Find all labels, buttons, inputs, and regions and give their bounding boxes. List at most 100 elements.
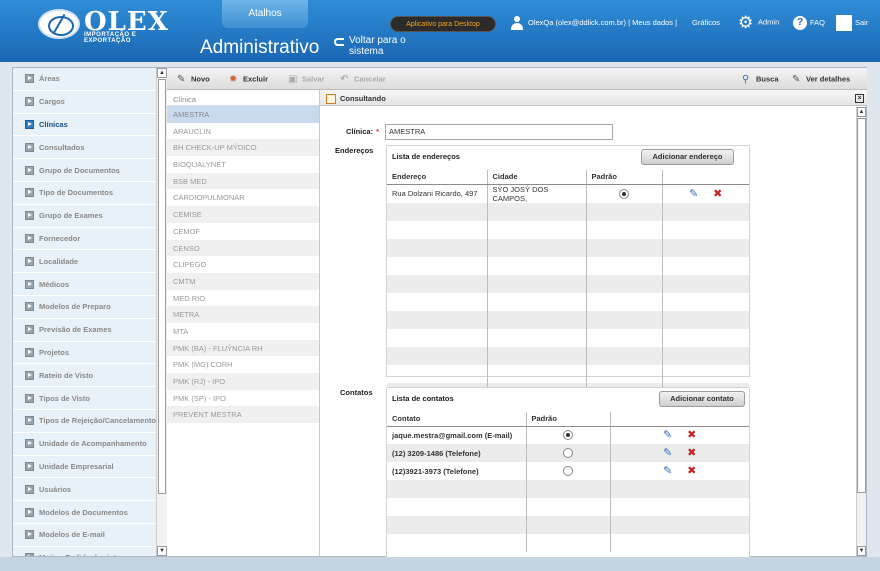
list-item[interactable]: CEMISE xyxy=(167,206,319,223)
sidebar-item-label: Modelos de Documentos xyxy=(39,507,128,517)
edit-icon[interactable]: ✎ xyxy=(662,465,674,477)
list-item[interactable]: BH CHECK-UP MÝDICO xyxy=(167,139,319,157)
delete-icon[interactable]: ✖ xyxy=(686,465,698,477)
sidebar-item[interactable]: Unidade Empresarial xyxy=(13,456,167,479)
play-icon xyxy=(25,370,34,380)
shortcuts-tab[interactable]: Atalhos xyxy=(222,0,308,28)
table-row xyxy=(387,346,749,365)
list-item[interactable]: MED RIO xyxy=(167,290,319,307)
edit-icon[interactable]: ✎ xyxy=(662,447,674,459)
list-items: AMESTRA ARAUCLIN BH CHECK-UP MÝDICO BIOQUAL… xyxy=(167,106,319,424)
sidebar-item[interactable]: Grupo de Documentos xyxy=(13,159,167,182)
scroll-up-icon[interactable]: ▲ xyxy=(157,68,167,78)
sidebar-scrollbar[interactable]: ▲ ▼ xyxy=(156,68,167,556)
list-item[interactable]: PMK (RJ) - IPO xyxy=(167,373,319,390)
sidebar-item[interactable]: Grupo de Exames xyxy=(13,205,167,228)
table-row: (12) 3209-1486 (Telefone) ✎ ✖ xyxy=(387,444,749,462)
default-radio[interactable] xyxy=(563,430,573,441)
sidebar-item[interactable]: Usuários xyxy=(13,478,167,502)
user-info-link[interactable]: OlexQa (olex@ddlick.com.br) | Meus dados… xyxy=(528,18,677,27)
delete-icon[interactable]: ✖ xyxy=(686,447,698,459)
default-radio[interactable] xyxy=(619,188,629,199)
list-item[interactable]: BIOQUALYNET xyxy=(167,156,319,173)
new-button[interactable]: ✎ Novo xyxy=(177,74,210,85)
edit-icon[interactable]: ✎ xyxy=(688,188,700,200)
list-item[interactable]: ARAUCLIN xyxy=(167,123,319,140)
sidebar-item[interactable]: Consultados xyxy=(13,136,167,160)
table-row xyxy=(387,292,749,311)
clinic-field[interactable]: AMESTRA xyxy=(385,124,613,140)
sidebar-item[interactable]: Áreas xyxy=(13,68,167,91)
back-to-system-link[interactable]: Voltar para o sistema xyxy=(334,35,414,57)
list-item[interactable]: BSB MED xyxy=(167,172,319,190)
details-label: Ver detalhes xyxy=(806,74,851,84)
undo-icon: ↶ xyxy=(340,74,349,85)
search-button[interactable]: ⚲ Busca xyxy=(742,74,779,85)
scroll-down-icon[interactable]: ▼ xyxy=(157,546,167,556)
scroll-thumb[interactable] xyxy=(158,79,166,494)
play-icon xyxy=(25,325,34,335)
sidebar-item[interactable]: Motivo Pedido de visto xyxy=(13,547,167,556)
list-item[interactable]: METRA xyxy=(167,306,319,323)
sidebar-item[interactable]: Cargos xyxy=(13,91,167,114)
list-item[interactable]: PREVENT MESTRA xyxy=(167,406,319,424)
list-item[interactable]: PMK (MG) CORH xyxy=(167,356,319,373)
edit-icon[interactable]: ✎ xyxy=(662,429,674,441)
sidebar-item[interactable]: Modelos de E-mail xyxy=(13,524,167,547)
sidebar-item[interactable]: Localidade xyxy=(13,250,167,274)
default-radio[interactable] xyxy=(563,448,573,458)
play-icon xyxy=(25,165,34,175)
faq-link[interactable]: ? FAQ xyxy=(793,16,825,30)
close-icon[interactable]: × xyxy=(855,94,864,103)
sidebar-item[interactable]: Tipos de Visto xyxy=(13,387,167,410)
delete-icon[interactable]: ✖ xyxy=(712,188,724,200)
play-icon xyxy=(25,233,34,243)
delete-button[interactable]: ✸ Excluir xyxy=(229,74,268,85)
list-item[interactable]: MTA xyxy=(167,323,319,340)
sidebar-item[interactable]: Médicos xyxy=(13,273,167,296)
olex-logo[interactable]: OLEX IMPORTAÇÃO E EXPORTAÇÃO xyxy=(38,7,178,44)
sidebar-item[interactable]: Projetos xyxy=(13,342,167,365)
cancel-button[interactable]: ↶ Cancelar xyxy=(340,74,386,85)
sidebar-item[interactable]: Rateio de Visto xyxy=(13,364,167,388)
exit-link[interactable]: Sair xyxy=(836,13,868,31)
sidebar-item[interactable]: Clínicas xyxy=(13,114,167,137)
list-item[interactable]: CEMOF xyxy=(167,223,319,240)
list-item[interactable]: AMESTRA xyxy=(167,106,319,123)
sidebar-item[interactable]: Fornecedor xyxy=(13,228,167,251)
list-item[interactable]: PMK (SP) - IPO xyxy=(167,390,319,407)
details-button[interactable]: ✎ Ver detalhes xyxy=(792,74,850,85)
list-item[interactable]: PMK (BA) - FLUÝNCIA RH xyxy=(167,339,319,357)
sidebar-item[interactable]: Modelos de Documentos xyxy=(13,501,167,524)
sidebar-item-label: Motivo Pedido de visto xyxy=(39,553,121,556)
back-arrow-icon xyxy=(334,38,344,46)
scroll-up-icon[interactable]: ▲ xyxy=(857,107,866,117)
admin-link[interactable]: ⚙ Admin xyxy=(738,14,779,31)
play-icon xyxy=(25,484,34,494)
list-item[interactable]: CLIPEGO xyxy=(167,256,319,273)
list-item[interactable]: CMTM xyxy=(167,272,319,290)
desktop-app-button[interactable]: Aplicativo para Desktop xyxy=(390,16,496,32)
sidebar-item[interactable]: Modelos de Preparo xyxy=(13,296,167,319)
add-address-button[interactable]: Adicionar endereço xyxy=(641,149,734,165)
table-row: jaque.mestra@gmail.com (E-mail) ✎ ✖ xyxy=(387,426,749,444)
list-item[interactable]: CARDIOPULMONAR xyxy=(167,189,319,206)
sidebar-item[interactable]: Previsão de Exames xyxy=(13,319,167,342)
default-radio[interactable] xyxy=(563,466,573,476)
detail-scrollbar[interactable]: ▲ ▼ xyxy=(856,107,866,556)
sidebar-item[interactable]: Tipo de Documentos xyxy=(13,182,167,205)
sidebar-item-label: Médicos xyxy=(39,279,70,289)
table-row xyxy=(387,256,749,275)
add-contact-button[interactable]: Adicionar contato xyxy=(659,391,745,407)
charts-link[interactable]: Gráficos xyxy=(692,18,720,27)
sidebar-item[interactable]: Tipos de Rejeição/Cancelamento xyxy=(13,410,167,433)
play-icon xyxy=(25,553,34,556)
sidebar-item-label: Rateio de Visto xyxy=(39,370,94,380)
sidebar-item-label: Fornecedor xyxy=(39,233,81,243)
sidebar-item[interactable]: Unidade de Acompanhamento xyxy=(13,433,167,456)
scroll-down-icon[interactable]: ▼ xyxy=(857,546,866,556)
delete-icon[interactable]: ✖ xyxy=(686,429,698,441)
scroll-thumb[interactable] xyxy=(857,118,866,493)
save-button[interactable]: ▣ Salvar xyxy=(288,74,325,85)
list-item[interactable]: CENSO xyxy=(167,239,319,257)
